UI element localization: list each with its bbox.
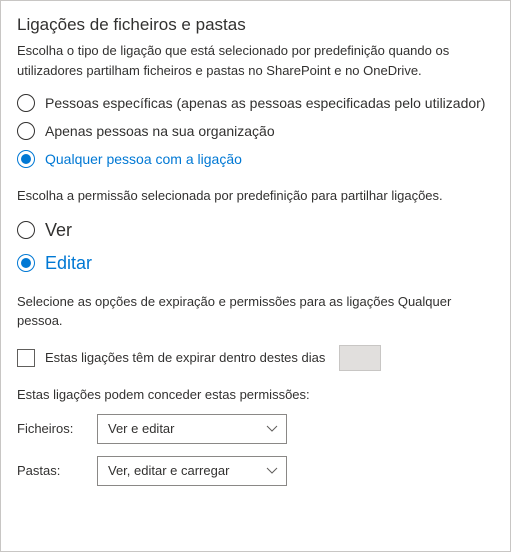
radio-label: Ver bbox=[45, 220, 72, 241]
radio-specific-people[interactable]: Pessoas específicas (apenas as pessoas e… bbox=[17, 94, 494, 112]
permission-description: Escolha a permissão selecionada por pred… bbox=[17, 186, 494, 206]
radio-icon bbox=[17, 150, 35, 168]
folders-permission-select[interactable]: Ver, editar e carregar bbox=[97, 456, 287, 486]
permissions-grant-label: Estas ligações podem conceder estas perm… bbox=[17, 387, 494, 402]
radio-anyone-link[interactable]: Qualquer pessoa com a ligação bbox=[17, 150, 494, 168]
chevron-down-icon bbox=[266, 467, 278, 475]
radio-icon bbox=[17, 254, 35, 272]
radio-label: Pessoas específicas (apenas as pessoas e… bbox=[45, 95, 485, 111]
select-value: Ver e editar bbox=[108, 421, 175, 436]
permission-radio-group: Ver Editar bbox=[17, 220, 494, 274]
radio-view[interactable]: Ver bbox=[17, 220, 494, 241]
files-permission-row: Ficheiros: Ver e editar bbox=[17, 414, 494, 444]
chevron-down-icon bbox=[266, 425, 278, 433]
radio-org-only[interactable]: Apenas pessoas na sua organização bbox=[17, 122, 494, 140]
folders-permission-row: Pastas: Ver, editar e carregar bbox=[17, 456, 494, 486]
checkbox-label: Estas ligações têm de expirar dentro des… bbox=[45, 350, 325, 365]
section-description: Escolha o tipo de ligação que está selec… bbox=[17, 41, 494, 80]
expiration-days-input[interactable] bbox=[339, 345, 381, 371]
section-title: Ligações de ficheiros e pastas bbox=[17, 15, 494, 35]
select-value: Ver, editar e carregar bbox=[108, 463, 229, 478]
radio-label: Apenas pessoas na sua organização bbox=[45, 123, 275, 139]
radio-icon bbox=[17, 94, 35, 112]
link-type-radio-group: Pessoas específicas (apenas as pessoas e… bbox=[17, 94, 494, 168]
radio-icon bbox=[17, 221, 35, 239]
radio-icon bbox=[17, 122, 35, 140]
files-label: Ficheiros: bbox=[17, 421, 97, 436]
checkbox-icon[interactable] bbox=[17, 349, 35, 367]
files-permission-select[interactable]: Ver e editar bbox=[97, 414, 287, 444]
radio-label: Qualquer pessoa com a ligação bbox=[45, 151, 242, 167]
expiration-checkbox-row[interactable]: Estas ligações têm de expirar dentro des… bbox=[17, 345, 494, 371]
radio-edit[interactable]: Editar bbox=[17, 253, 494, 274]
folders-label: Pastas: bbox=[17, 463, 97, 478]
expiration-description: Selecione as opções de expiração e permi… bbox=[17, 292, 494, 331]
radio-label: Editar bbox=[45, 253, 92, 274]
